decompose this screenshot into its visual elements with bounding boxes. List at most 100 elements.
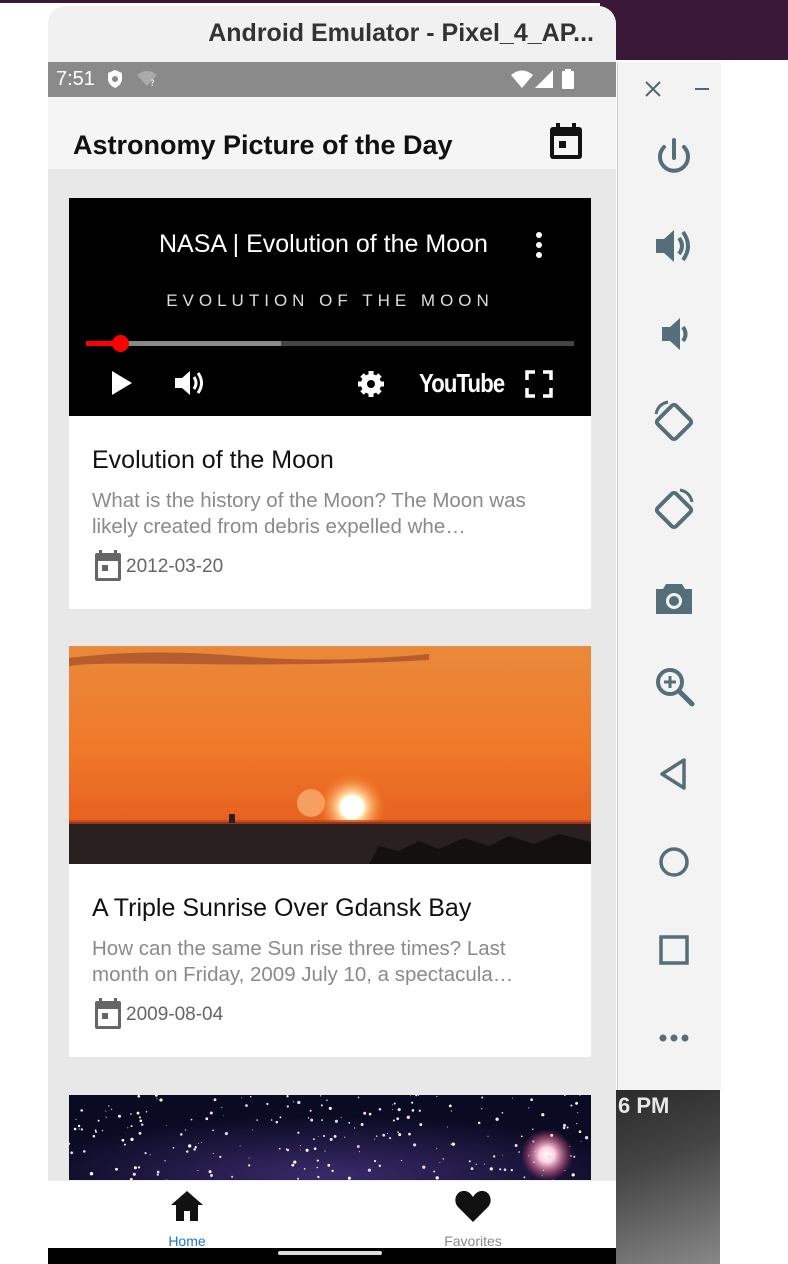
star: [577, 1112, 579, 1114]
close-icon[interactable]: [644, 80, 662, 98]
star: [451, 1142, 456, 1146]
star: [532, 1140, 535, 1143]
star: [286, 1095, 289, 1098]
star: [256, 1119, 258, 1121]
star: [149, 1154, 151, 1156]
star: [493, 1155, 496, 1158]
youtube-logo[interactable]: YouTube: [419, 368, 505, 399]
star: [197, 1142, 199, 1144]
star: [570, 1155, 572, 1157]
window-title[interactable]: Android Emulator - Pixel_4_AP...: [48, 6, 616, 62]
camera-icon[interactable]: [652, 576, 696, 620]
apod-card[interactable]: NASA | Evolution of the Moon EVOLUTION O…: [69, 198, 591, 609]
star: [333, 1134, 337, 1138]
star: [550, 1133, 554, 1137]
star: [501, 1111, 504, 1114]
star: [144, 1152, 147, 1155]
star: [400, 1159, 403, 1162]
volume-up-icon[interactable]: [652, 224, 696, 268]
star: [137, 1095, 141, 1098]
overview-icon[interactable]: [652, 928, 696, 972]
app-bar: Astronomy Picture of the Day: [48, 97, 616, 169]
star: [406, 1115, 410, 1119]
play-icon[interactable]: [109, 368, 135, 398]
star: [450, 1110, 453, 1112]
star: [186, 1150, 189, 1153]
star: [523, 1176, 526, 1179]
calendar-icon[interactable]: [548, 123, 584, 163]
apod-card[interactable]: A Triple Sunrise Over Gdansk Bay How can…: [69, 646, 591, 1057]
battery-icon: [562, 69, 574, 89]
star: [137, 1166, 141, 1169]
volume-icon[interactable]: [173, 368, 207, 398]
power-icon[interactable]: [652, 136, 696, 180]
star: [324, 1150, 326, 1152]
star: [481, 1108, 483, 1110]
star: [328, 1106, 332, 1110]
app-title: Astronomy Picture of the Day: [73, 130, 453, 160]
star: [436, 1095, 438, 1098]
star: [348, 1122, 351, 1124]
star: [541, 1174, 543, 1176]
nav-item-home[interactable]: Home: [87, 1181, 287, 1253]
card-description: How can the same Sun rise three times? L…: [92, 937, 514, 986]
star: [327, 1163, 331, 1167]
star: [292, 1101, 294, 1103]
star: [279, 1116, 282, 1119]
star: [531, 1128, 534, 1131]
star: [212, 1152, 214, 1155]
star: [241, 1097, 243, 1099]
minimize-icon[interactable]: [694, 80, 710, 98]
settings-icon[interactable]: [357, 370, 385, 398]
apod-image[interactable]: [69, 646, 591, 864]
star: [562, 1123, 567, 1127]
star: [499, 1168, 502, 1171]
star: [408, 1132, 411, 1136]
video-scrubber-handle[interactable]: [112, 335, 130, 352]
star: [575, 1101, 579, 1105]
star: [156, 1098, 158, 1100]
more-icon[interactable]: [652, 1016, 696, 1060]
star: [297, 1100, 301, 1105]
star: [481, 1096, 484, 1099]
rotate-right-icon[interactable]: [652, 488, 696, 532]
star: [94, 1130, 98, 1133]
star: [111, 1108, 113, 1110]
star: [299, 1145, 301, 1147]
zoom-icon[interactable]: [652, 664, 696, 708]
star: [374, 1138, 376, 1140]
rotate-left-icon[interactable]: [652, 400, 696, 444]
video-title[interactable]: NASA | Evolution of the Moon: [159, 230, 488, 259]
star: [275, 1120, 278, 1124]
card-description: What is the history of the Moon? The Moo…: [92, 489, 526, 538]
star: [356, 1145, 360, 1148]
video-player[interactable]: NASA | Evolution of the Moon EVOLUTION O…: [69, 198, 591, 416]
gesture-handle[interactable]: [278, 1251, 382, 1255]
star: [172, 1146, 175, 1149]
star: [213, 1098, 217, 1102]
signal-icon: [535, 70, 553, 88]
gesture-bar-area: [48, 1248, 616, 1264]
star: [239, 1145, 241, 1147]
star: [139, 1116, 141, 1119]
star: [78, 1128, 80, 1130]
more-vert-icon[interactable]: [531, 230, 547, 260]
home-circle-icon[interactable]: [652, 840, 696, 884]
star: [344, 1136, 346, 1138]
star: [413, 1143, 417, 1147]
star: [193, 1148, 196, 1151]
star: [358, 1151, 361, 1153]
sunset-image: [69, 646, 591, 864]
star: [576, 1123, 578, 1125]
star: [584, 1136, 589, 1140]
fullscreen-icon[interactable]: [525, 370, 553, 398]
back-icon[interactable]: [652, 752, 696, 796]
video-progress-bar[interactable]: [86, 335, 574, 352]
star: [80, 1109, 84, 1112]
nav-item-favorites[interactable]: Favorites: [373, 1181, 573, 1253]
star: [73, 1127, 77, 1131]
star: [410, 1095, 412, 1097]
star: [80, 1128, 84, 1131]
star: [159, 1098, 163, 1102]
volume-down-icon[interactable]: [652, 312, 696, 356]
